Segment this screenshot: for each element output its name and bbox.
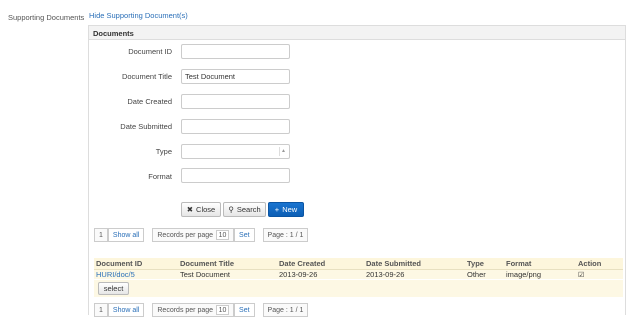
search-button-label: Search xyxy=(236,205,261,214)
document-id-cell[interactable]: HURI/doc/5 xyxy=(94,269,178,279)
close-icon: ✖ xyxy=(186,205,194,214)
select-button[interactable]: select xyxy=(98,282,129,295)
page-info: Page : 1 / 1 xyxy=(262,303,309,317)
document-title-input[interactable] xyxy=(181,69,290,84)
date-created-label: Date Created xyxy=(127,97,172,106)
col-document-id[interactable]: Document ID xyxy=(94,258,178,270)
search-icon: ⚲ xyxy=(228,205,234,214)
records-per-page-label: Records per page xyxy=(157,306,214,314)
supporting-documents-label: Supporting Documents xyxy=(8,13,85,22)
format-input[interactable] xyxy=(181,168,290,183)
page-info: Page : 1 / 1 xyxy=(262,228,309,242)
document-id-label: Document ID xyxy=(128,47,172,56)
col-action: Action xyxy=(576,258,623,270)
records-per-page-label: Records per page xyxy=(157,231,214,239)
close-button[interactable]: ✖ Close xyxy=(181,202,221,217)
set-button[interactable]: Set xyxy=(234,228,255,242)
select-row: select xyxy=(94,280,623,297)
new-button-label: New xyxy=(282,205,298,214)
pager-top: 1 Show all Records per page 10 Set Page … xyxy=(94,228,309,242)
panel-title: Documents xyxy=(89,26,625,40)
date-submitted-cell: 2013-09-26 xyxy=(364,269,465,279)
new-button[interactable]: + New xyxy=(268,202,304,217)
col-document-title[interactable]: Document Title xyxy=(178,258,277,270)
records-per-page-box: Records per page 10 xyxy=(152,303,235,317)
hide-supporting-documents-link[interactable]: Hide Supporting Document(s) xyxy=(89,11,188,20)
records-per-page-input[interactable]: 10 xyxy=(216,305,230,315)
pager-bottom: 1 Show all Records per page 10 Set Page … xyxy=(94,303,309,317)
page-number[interactable]: 1 xyxy=(94,228,108,242)
document-title-cell: Test Document xyxy=(178,269,277,279)
plus-icon: + xyxy=(274,205,280,214)
records-per-page-input[interactable]: 10 xyxy=(216,230,230,240)
document-title-label: Document Title xyxy=(121,72,172,81)
date-submitted-label: Date Submitted xyxy=(120,122,172,131)
set-button[interactable]: Set xyxy=(234,303,255,317)
close-button-label: Close xyxy=(196,205,216,214)
documents-table: Document ID Document Title Date Created … xyxy=(94,258,623,279)
date-created-input[interactable] xyxy=(181,94,290,109)
format-cell: image/png xyxy=(504,269,576,279)
format-label: Format xyxy=(148,172,172,181)
show-all-link[interactable]: Show all xyxy=(107,228,145,242)
table-row: HURI/doc/5 Test Document 2013-09-26 2013… xyxy=(94,269,623,279)
records-per-page-box: Records per page 10 xyxy=(152,228,235,242)
chevron-down-icon: ▲ xyxy=(279,147,287,156)
show-all-link[interactable]: Show all xyxy=(107,303,145,317)
date-submitted-input[interactable] xyxy=(181,119,290,134)
document-id-input[interactable] xyxy=(181,44,290,59)
search-button[interactable]: ⚲ Search xyxy=(223,202,266,217)
action-checkbox[interactable]: ☑ xyxy=(578,272,584,279)
col-type[interactable]: Type xyxy=(465,258,504,270)
col-date-created[interactable]: Date Created xyxy=(277,258,364,270)
table-header-row: Document ID Document Title Date Created … xyxy=(94,258,623,270)
type-label: Type xyxy=(155,147,172,156)
date-created-cell: 2013-09-26 xyxy=(277,269,364,279)
type-select[interactable]: ▲ xyxy=(181,144,290,159)
type-cell: Other xyxy=(465,269,504,279)
col-format[interactable]: Format xyxy=(504,258,576,270)
action-cell: ☑ xyxy=(576,269,623,279)
page-number[interactable]: 1 xyxy=(94,303,108,317)
col-date-submitted[interactable]: Date Submitted xyxy=(364,258,465,270)
